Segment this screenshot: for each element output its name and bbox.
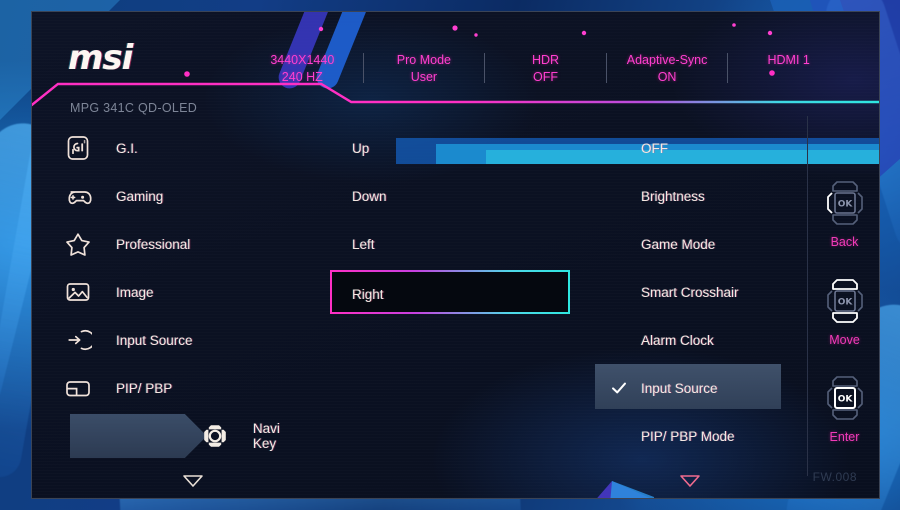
status-resolution-line1: 3440X1440 bbox=[270, 53, 335, 67]
submenu-item-label: Up bbox=[352, 140, 370, 156]
svg-text:OK: OK bbox=[837, 395, 853, 405]
option-item-brightness[interactable]: Brightness bbox=[595, 172, 795, 220]
status-input: HDMI 1 bbox=[728, 52, 849, 69]
gamepad-icon bbox=[62, 180, 94, 212]
svg-text:OK: OK bbox=[837, 298, 853, 308]
osd-panel: msi 3440X1440 240 HZ Pro Mode User HDR O… bbox=[31, 11, 880, 499]
submenu-item-label: Left bbox=[352, 236, 375, 252]
model-name: MPG 341C QD-OLED bbox=[70, 101, 198, 115]
nav-hint-move[interactable]: OK Move bbox=[808, 276, 879, 347]
chevron-down-icon bbox=[680, 475, 700, 487]
option-item-pip-pbp-mode[interactable]: PIP/ PBP Mode bbox=[595, 412, 795, 460]
options-scroll-down[interactable] bbox=[679, 474, 701, 493]
menu-item-input-source[interactable]: Input Source bbox=[40, 316, 285, 364]
status-adaptive-sync-line1: Adaptive-Sync bbox=[626, 53, 708, 67]
menu-item-gi[interactable]: G.I. bbox=[40, 124, 285, 172]
star-icon bbox=[62, 228, 94, 260]
osd-body: G.I. Gaming Professional Image Input Sou… bbox=[32, 116, 879, 498]
submenu-item-left[interactable]: Left bbox=[330, 220, 570, 268]
menu-item-label: Input Source bbox=[116, 332, 193, 348]
firmware-version: FW.008 bbox=[812, 470, 857, 484]
gi-icon bbox=[62, 132, 94, 164]
check-icon bbox=[612, 382, 626, 394]
nav-hint-label: Enter bbox=[829, 430, 860, 444]
option-item-input-source[interactable]: Input Source bbox=[595, 364, 795, 412]
submenu-item-down[interactable]: Down bbox=[330, 172, 570, 220]
options-column: OFF Brightness Game Mode Smart Crosshair… bbox=[595, 116, 807, 498]
option-item-label: Brightness bbox=[641, 188, 705, 204]
menu-item-highlight bbox=[70, 414, 207, 458]
submenu-column: Up Down Left Right bbox=[330, 116, 595, 498]
menu-item-navi-key[interactable]: Navi Key bbox=[40, 412, 285, 460]
status-input-line1: HDMI 1 bbox=[767, 53, 810, 67]
submenu-item-right[interactable]: Right bbox=[330, 270, 570, 318]
main-menu-column: G.I. Gaming Professional Image Input Sou… bbox=[40, 116, 330, 498]
joystick-updown-icon: OK bbox=[826, 279, 863, 323]
chevron-down-icon bbox=[183, 475, 203, 487]
menu-item-label: Gaming bbox=[116, 188, 164, 204]
nav-hint-enter[interactable]: OK Enter bbox=[808, 373, 879, 444]
nav-hint-back[interactable]: OK Back bbox=[808, 178, 879, 249]
status-hdr-line1: HDR bbox=[531, 53, 560, 67]
option-item-off[interactable]: OFF bbox=[595, 124, 795, 172]
pip-pbp-icon bbox=[62, 372, 94, 404]
menu-item-gaming[interactable]: Gaming bbox=[40, 172, 285, 220]
nav-hint-label: Back bbox=[830, 235, 859, 249]
option-item-game-mode[interactable]: Game Mode bbox=[595, 220, 795, 268]
option-item-label: Smart Crosshair bbox=[641, 284, 739, 300]
menu-item-pip-pbp[interactable]: PIP/ PBP bbox=[40, 364, 285, 412]
svg-text:OK: OK bbox=[837, 200, 853, 210]
navi-key-icon bbox=[199, 420, 231, 452]
option-item-alarm-clock[interactable]: Alarm Clock bbox=[595, 316, 795, 364]
menu-item-label: Professional bbox=[116, 236, 191, 252]
menu-item-label: Image bbox=[116, 284, 154, 300]
menu-item-professional[interactable]: Professional bbox=[40, 220, 285, 268]
nav-hint-label: Move bbox=[829, 333, 860, 347]
option-item-label: Alarm Clock bbox=[641, 332, 714, 348]
osd-header: msi 3440X1440 240 HZ Pro Mode User HDR O… bbox=[32, 12, 879, 115]
option-item-label: Input Source bbox=[641, 380, 718, 396]
menu-item-label: PIP/ PBP bbox=[116, 380, 173, 396]
submenu-item-up[interactable]: Up bbox=[330, 124, 570, 172]
input-arrow-icon bbox=[62, 324, 94, 356]
option-item-label: Game Mode bbox=[641, 236, 716, 252]
menu-item-image[interactable]: Image bbox=[40, 268, 285, 316]
picture-icon bbox=[62, 276, 94, 308]
navigation-hint-column: OK Back OK Move OK Enter bbox=[808, 116, 879, 498]
submenu-item-label: Right bbox=[352, 286, 384, 302]
menu-item-label: Navi Key bbox=[252, 421, 280, 451]
joystick-ok-icon: OK bbox=[826, 376, 863, 420]
submenu-item-label: Down bbox=[352, 188, 387, 204]
option-item-label: OFF bbox=[641, 140, 668, 156]
status-pro-mode-line1: Pro Mode bbox=[396, 53, 451, 67]
option-item-smart-crosshair[interactable]: Smart Crosshair bbox=[595, 268, 795, 316]
menu-scroll-down[interactable] bbox=[182, 474, 204, 493]
joystick-left-icon: OK bbox=[826, 181, 863, 225]
option-item-label: PIP/ PBP Mode bbox=[641, 428, 735, 444]
menu-item-label: G.I. bbox=[116, 140, 138, 156]
